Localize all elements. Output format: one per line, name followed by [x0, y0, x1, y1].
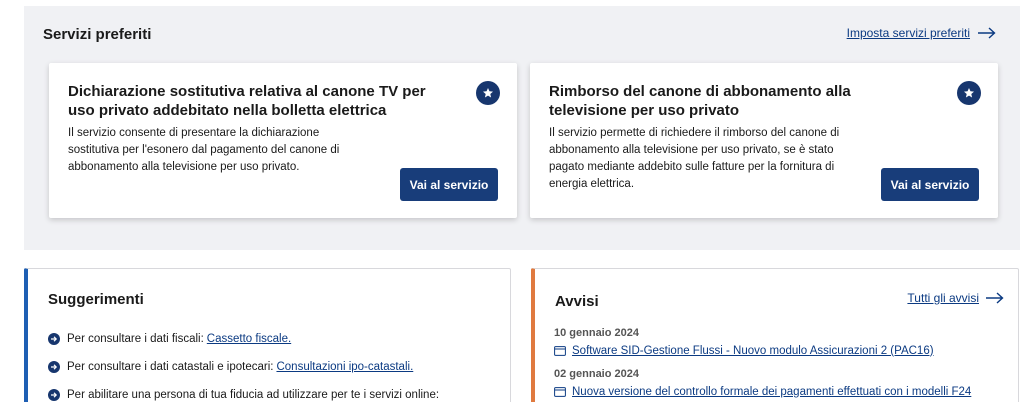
arrow-right-icon [978, 27, 996, 39]
suggestion-link[interactable]: Consultazioni ipo-catastali. [276, 361, 413, 373]
set-favorite-services-link[interactable]: Imposta servizi preferiti [847, 26, 996, 40]
notice-title: Software SID-Gestione Flussi - Nuovo mod… [572, 344, 934, 357]
suggestions-list: Per consultare i dati fiscali: Cassetto … [48, 330, 439, 402]
service-card-title: Rimborso del canone di abbonamento alla … [549, 83, 851, 119]
favorite-services-title: Servizi preferiti [43, 26, 152, 43]
notices-title: Avvisi [555, 293, 599, 310]
arrow-circle-icon [48, 388, 60, 401]
arrow-right-icon [986, 292, 1004, 304]
suggestion-item: Per abilitare una persona di tua fiducia… [48, 386, 439, 402]
all-notices-link[interactable]: Tutti gli avvisi [907, 291, 1004, 305]
go-to-service-button[interactable]: Vai al servizio [400, 168, 498, 201]
arrow-circle-icon [48, 360, 60, 373]
suggestions-title: Suggerimenti [48, 291, 144, 308]
arrow-circle-icon [48, 332, 60, 345]
suggestion-item: Per consultare i dati fiscali: Cassetto … [48, 330, 439, 347]
favorite-services-panel: Servizi preferiti Imposta servizi prefer… [24, 6, 1020, 250]
service-card: Rimborso del canone di abbonamento alla … [530, 63, 998, 218]
suggestion-text: Per consultare i dati catastali e ipotec… [67, 360, 274, 373]
notice-link[interactable]: Software SID-Gestione Flussi - Nuovo mod… [554, 342, 971, 359]
suggestion-link[interactable]: Cassetto fiscale. [207, 333, 291, 345]
notice-date: 02 gennaio 2024 [554, 368, 639, 380]
service-card-description: Il servizio consente di presentare la di… [68, 127, 340, 173]
suggestion-item: Per consultare i dati catastali e ipotec… [48, 358, 439, 375]
notices-list: 10 gennaio 2024 Software SID-Gestione Fl… [554, 327, 971, 402]
suggestion-text: Per abilitare una persona di tua fiducia… [67, 388, 440, 401]
news-icon [554, 386, 566, 397]
service-card: Dichiarazione sostitutiva relativa al ca… [49, 63, 517, 218]
service-card-description: Il servizio permette di richiedere il ri… [549, 127, 840, 190]
suggestions-box: Suggerimenti Per consultare i dati fisca… [24, 268, 511, 402]
star-favorite-icon[interactable] [476, 81, 500, 105]
news-icon [554, 345, 566, 356]
star-favorite-icon[interactable] [957, 81, 981, 105]
go-to-service-button[interactable]: Vai al servizio [881, 168, 979, 201]
service-card-title: Dichiarazione sostitutiva relativa al ca… [68, 83, 426, 119]
notice-title: Nuova versione del controllo formale dei… [572, 385, 972, 398]
notice-date: 10 gennaio 2024 [554, 327, 639, 339]
set-favorite-services-label: Imposta servizi preferiti [846, 26, 970, 40]
suggestion-text: Per consultare i dati fiscali: [67, 332, 204, 345]
all-notices-label: Tutti gli avvisi [907, 291, 979, 305]
notice-link[interactable]: Nuova versione del controllo formale dei… [554, 383, 971, 400]
notices-box: Avvisi Tutti gli avvisi 10 gennaio 2024 … [531, 268, 1019, 402]
